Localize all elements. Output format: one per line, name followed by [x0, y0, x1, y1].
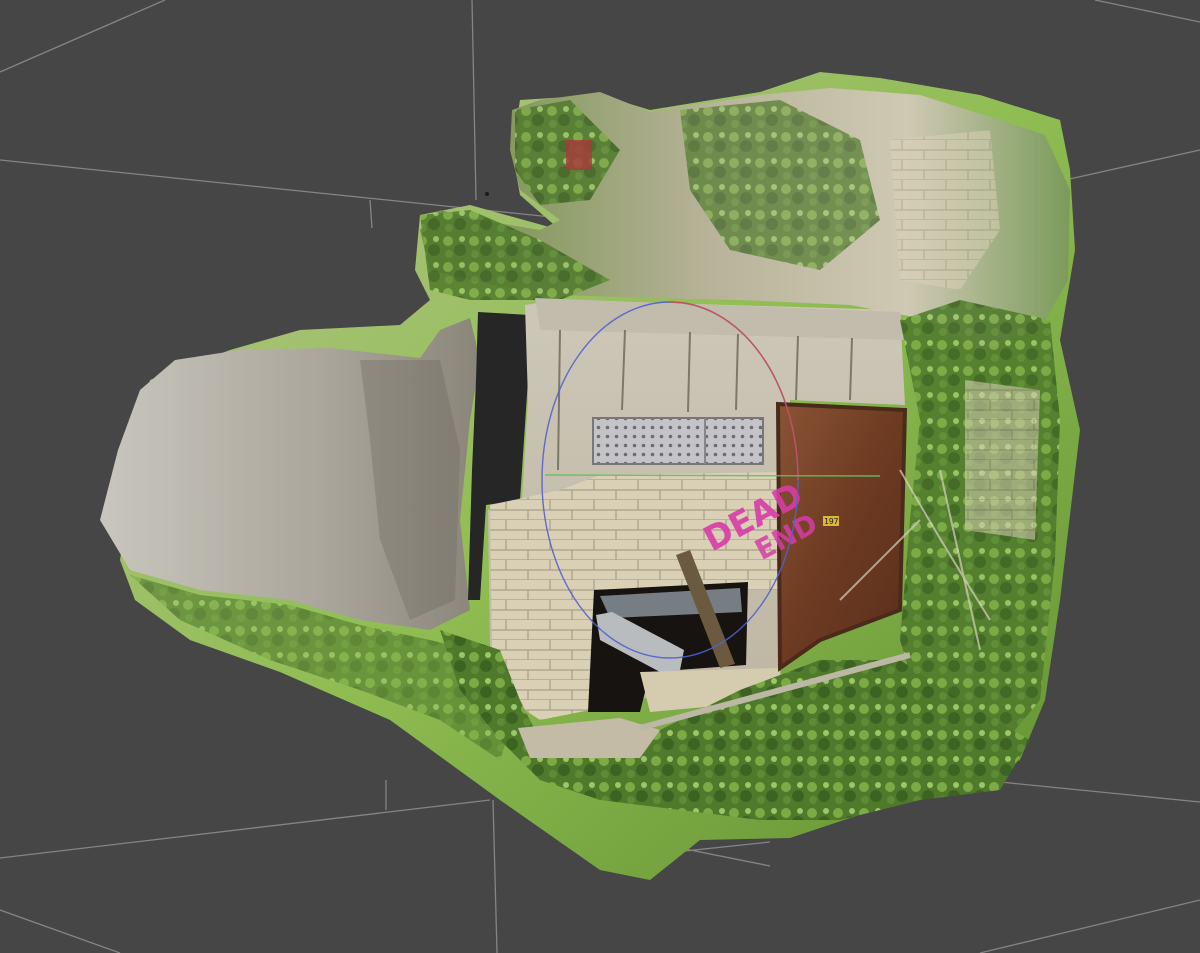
- grid-line: [369, 199, 373, 229]
- grid-line: [492, 799, 498, 953]
- grid-line: [999, 781, 1200, 803]
- grid-line: [0, 799, 491, 859]
- mesh-artifact: [485, 192, 489, 196]
- scene-canvas[interactable]: 197 DEAD END: [0, 0, 1200, 953]
- grid-line: [0, 909, 121, 953]
- grid-line: [1094, 0, 1200, 23]
- grid-line: [1064, 149, 1200, 181]
- vent-grate: [592, 417, 764, 465]
- grid-line: [471, 0, 477, 201]
- grid-line: [0, 0, 166, 73]
- grid-line: [0, 159, 601, 223]
- red-paint-spot: [566, 140, 592, 170]
- door-sign-text: 197: [824, 517, 839, 526]
- grid-line: [979, 899, 1200, 953]
- right-brick-column: [965, 380, 1040, 540]
- 3d-viewport[interactable]: 197 DEAD END: [0, 0, 1200, 953]
